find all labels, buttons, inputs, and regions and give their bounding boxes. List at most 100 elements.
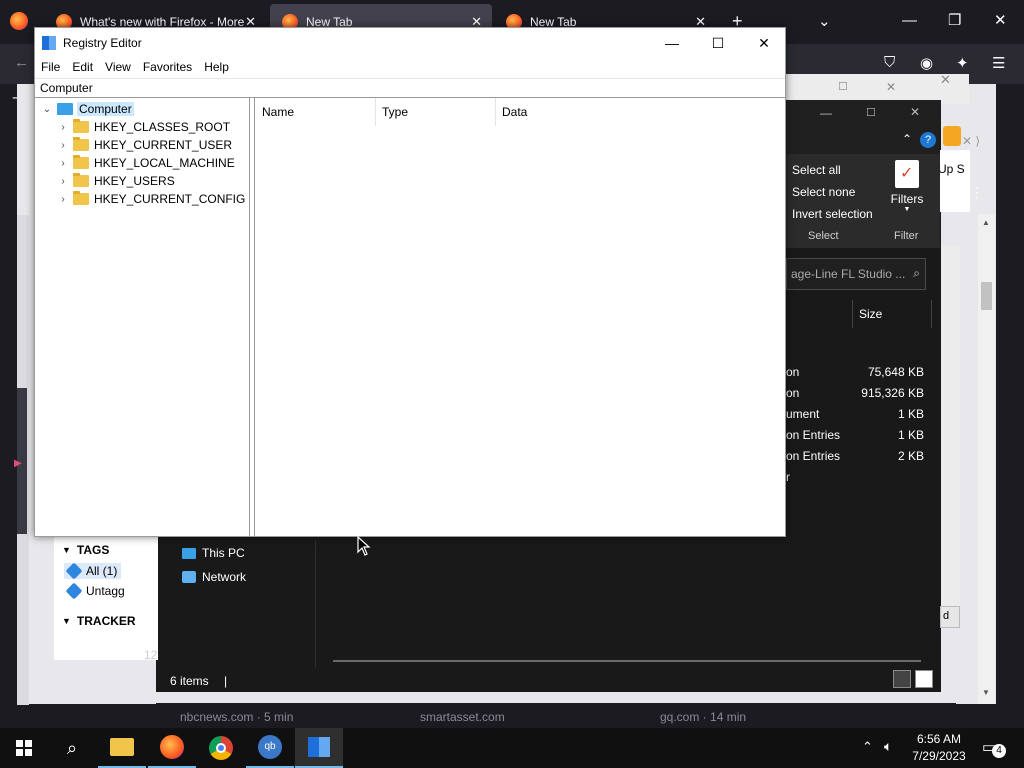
tags-header[interactable]: ▼ TAGS — [62, 543, 109, 557]
back-arrow-icon[interactable]: ← — [14, 54, 29, 71]
taskbar-firefox[interactable] — [148, 728, 196, 768]
search-button[interactable]: ⌕ — [48, 728, 96, 768]
expand-chevron-icon[interactable]: › — [57, 158, 69, 169]
registry-editor-icon — [42, 36, 56, 50]
expand-chevron-icon[interactable]: ⌄ — [41, 104, 53, 115]
details-view-icon[interactable] — [893, 670, 911, 688]
bg2-close-icon[interactable]: ✕ — [940, 72, 951, 88]
tag-item-untagged[interactable]: Untagg — [65, 582, 125, 600]
maximize-icon[interactable]: ❐ — [948, 11, 961, 29]
column-header-data[interactable]: Data — [496, 98, 785, 126]
explorer-ribbon: Select all Select none Invert selection … — [786, 154, 940, 248]
horizontal-scrollbar[interactable] — [333, 660, 921, 662]
registry-editor-window: Registry Editor — ☐ ✕ File Edit View Fav… — [34, 27, 786, 537]
volume-icon[interactable]: 🔈︎ — [884, 738, 892, 755]
menu-help[interactable]: Help — [198, 58, 235, 78]
tree-node-hklm[interactable]: › HKEY_LOCAL_MACHINE — [57, 154, 235, 172]
filters-button[interactable]: ✓ Filters ▼ — [882, 160, 932, 213]
network-icon — [182, 571, 196, 583]
notification-center-icon[interactable]: ▭ 4 — [982, 738, 1006, 758]
select-none-button[interactable]: Select none — [792, 185, 855, 199]
tree-node-hkcr[interactable]: › HKEY_CLASSES_ROOT — [57, 118, 230, 136]
sidebar-arrow-icon[interactable]: ▶ — [14, 458, 22, 469]
explorer-close-icon[interactable]: ✕ — [910, 105, 920, 119]
account-icon[interactable]: ◉ — [920, 54, 933, 72]
scroll-up-icon[interactable]: ▲ — [982, 218, 990, 227]
menu-edit[interactable]: Edit — [66, 58, 99, 78]
list-tabs-chevron-icon[interactable]: ⌄ — [818, 12, 831, 30]
explorer-maximize-icon[interactable]: ☐ — [866, 106, 876, 119]
filters-icon: ✓ — [895, 160, 919, 188]
news-item[interactable]: smartasset.com — [420, 710, 505, 724]
address-input[interactable] — [35, 79, 785, 97]
tree-node-hkcc[interactable]: › HKEY_CURRENT_CONFIG — [57, 190, 245, 208]
regedit-titlebar[interactable]: Registry Editor — ☐ ✕ — [35, 28, 785, 58]
bg-close-icon[interactable]: ✕ — [886, 80, 896, 94]
taskbar-file-explorer[interactable] — [98, 728, 146, 768]
filters-dropdown-icon: ▼ — [903, 206, 911, 213]
expand-chevron-icon[interactable]: › — [57, 194, 69, 205]
minimize-icon[interactable]: — — [902, 12, 917, 29]
browser-scrollbar[interactable]: ▲ ▼ — [978, 214, 995, 704]
select-all-button[interactable]: Select all — [792, 163, 841, 177]
right-gutter-button[interactable]: d — [940, 606, 960, 628]
search-text: age-Line FL Studio ... — [791, 267, 906, 281]
menu-view[interactable]: View — [99, 58, 137, 78]
tag-item-all[interactable]: All (1) — [64, 562, 122, 580]
expand-chevron-icon[interactable]: › — [57, 176, 69, 187]
clock[interactable]: 6:56 AM 7/29/2023 — [906, 732, 972, 763]
invert-selection-button[interactable]: Invert selection — [792, 207, 873, 221]
explorer-search-box[interactable]: age-Line FL Studio ... ⌕ — [786, 258, 926, 290]
news-item[interactable]: nbcnews.com · 5 min — [180, 710, 293, 724]
window-title: Registry Editor — [63, 36, 142, 50]
file-size: 2 KB — [897, 449, 924, 463]
news-item[interactable]: gq.com · 14 min — [660, 710, 746, 724]
pocket-icon[interactable]: ⛉ — [884, 54, 895, 71]
firefox-menu-icon[interactable] — [10, 12, 28, 34]
close-panel-icon[interactable]: ✕ ⟩ — [962, 134, 980, 148]
column-header-type[interactable]: Type — [376, 98, 496, 126]
minimize-button[interactable]: — — [649, 28, 695, 58]
expand-chevron-icon[interactable]: › — [57, 140, 69, 151]
pane-splitter[interactable] — [250, 98, 255, 536]
extensions-icon[interactable]: ✦ — [956, 54, 969, 72]
folder-icon — [73, 173, 89, 187]
column-header-name[interactable]: Name — [256, 98, 376, 126]
trackers-header[interactable]: ▼ TRACKER — [62, 614, 136, 628]
close-button[interactable]: ✕ — [741, 28, 787, 58]
menu-favorites[interactable]: Favorites — [137, 58, 198, 78]
menu-file[interactable]: File — [35, 58, 66, 78]
large-icons-view-icon[interactable] — [915, 670, 933, 688]
file-size: 1 KB — [897, 428, 924, 442]
nav-this-pc[interactable]: This PC — [182, 546, 245, 560]
maximize-button[interactable]: ☐ — [695, 28, 741, 58]
help-icon[interactable]: ? — [920, 132, 936, 148]
bg-maximize-icon[interactable]: ☐ — [838, 80, 848, 93]
taskbar-regedit[interactable] — [295, 728, 343, 768]
expand-chevron-icon[interactable]: › — [57, 122, 69, 133]
tree-node-hkcu[interactable]: › HKEY_CURRENT_USER — [57, 136, 232, 154]
close-icon[interactable]: ✕ — [994, 11, 1007, 29]
tray-overflow-chevron-icon[interactable]: ⌃ — [862, 739, 873, 755]
tree-node-label: HKEY_LOCAL_MACHINE — [94, 156, 235, 170]
side-dots-icon[interactable]: ⋮ — [970, 184, 984, 201]
hamburger-menu-icon[interactable]: ☰ — [992, 54, 1005, 72]
collapse-ribbon-chevron-icon[interactable]: ⌃ — [902, 132, 912, 146]
column-header-size[interactable]: Size — [852, 300, 932, 328]
file-explorer-icon — [110, 738, 134, 756]
scroll-down-icon[interactable]: ▼ — [982, 688, 990, 697]
news-strip: nbcnews.com · 5 min smartasset.com gq.co… — [156, 703, 956, 731]
tree-node-computer[interactable]: ⌄ Computer — [41, 100, 134, 118]
tree-node-label: HKEY_CURRENT_CONFIG — [94, 192, 246, 206]
tags-panel: ▼ TAGS All (1) Untagg ▼ TRACKER — [54, 536, 158, 660]
taskbar-chrome[interactable] — [197, 728, 245, 768]
scroll-thumb[interactable] — [981, 282, 992, 310]
tree-node-hku[interactable]: › HKEY_USERS — [57, 172, 175, 190]
nav-network[interactable]: Network — [182, 570, 246, 584]
start-button[interactable] — [0, 728, 48, 768]
explorer-minimize-icon[interactable]: — — [820, 106, 832, 120]
taskbar-qbittorrent[interactable]: qb — [246, 728, 294, 768]
tree-node-label: HKEY_CLASSES_ROOT — [94, 120, 231, 134]
explorer-titlebar: — ☐ ✕ — [786, 100, 941, 128]
folder-icon — [73, 191, 89, 205]
